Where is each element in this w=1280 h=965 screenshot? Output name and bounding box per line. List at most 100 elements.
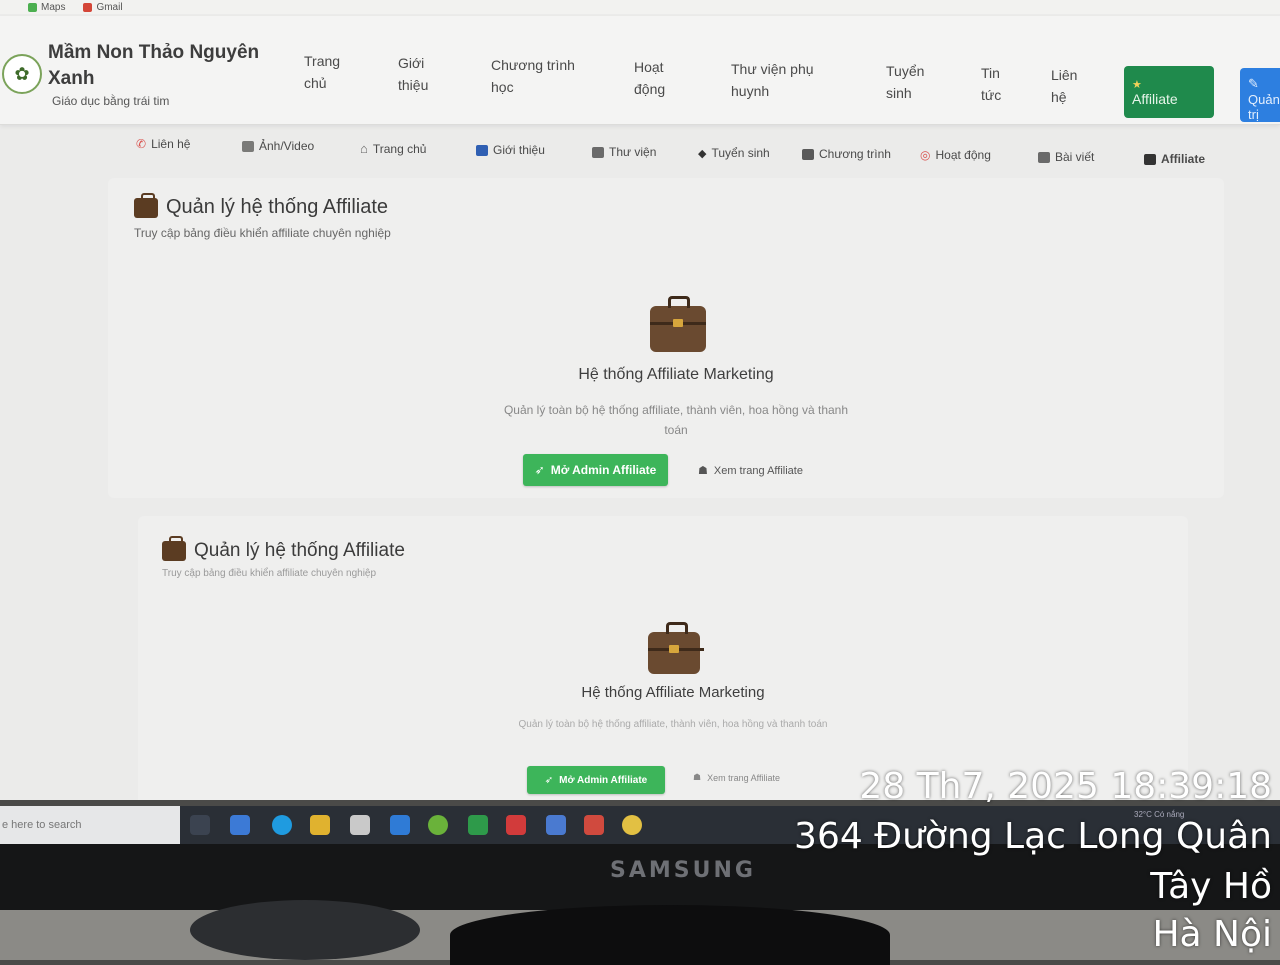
subnav-label: Thư viện: [609, 145, 657, 159]
subnav-bai-viet[interactable]: Bài viết: [1038, 150, 1094, 164]
maps-icon: [28, 2, 37, 12]
affiliate-card: Quản lý hệ thống Affiliate Truy cập bảng…: [108, 178, 1224, 498]
monitor-screen: Maps Gmail ✿ Mầm Non Thảo Nguyên Xanh Gi…: [0, 0, 1280, 800]
affiliate-card: Quản lý hệ thống Affiliate Truy cập bảng…: [138, 516, 1188, 800]
chrome-icon[interactable]: [622, 815, 642, 835]
taskbar-search-input[interactable]: e here to search: [0, 806, 180, 844]
bookmark-gmail[interactable]: Gmail: [83, 2, 123, 13]
subnav-tuyen-sinh[interactable]: ◆ Tuyển sinh: [698, 146, 770, 160]
subnav-hoat-dong[interactable]: ◎ Hoạt động: [920, 148, 991, 162]
notebook-icon: [802, 148, 814, 160]
info-icon: [476, 144, 488, 156]
subnav-thu-vien[interactable]: Thư viện: [592, 145, 656, 159]
document-icon: [1038, 151, 1050, 163]
button-label: Mở Admin Affiliate: [559, 774, 648, 786]
star-icon: ★: [1132, 78, 1142, 91]
site-header: ✿ Mầm Non Thảo Nguyên Xanh Giáo dục bằng…: [0, 16, 1280, 125]
nav-hoat-dong[interactable]: Hoạt động: [634, 56, 684, 100]
nav-admin-label: Quản trị: [1248, 92, 1280, 122]
stamp-district: Tây Hồ: [1150, 866, 1272, 907]
subnav-lien-he[interactable]: ✆ Liên hệ: [136, 137, 190, 151]
app-icon[interactable]: [428, 815, 448, 835]
nav-trang-chu[interactable]: Trang chủ: [304, 50, 354, 94]
graduation-cap-icon: ◆: [698, 147, 707, 160]
subnav-chuong-trinh[interactable]: Chương trình: [802, 147, 891, 161]
rocket-icon: ➶: [534, 463, 545, 477]
button-label: Mở Admin Affiliate: [550, 463, 657, 477]
card-title: Quản lý hệ thống Affiliate: [134, 192, 389, 219]
mail-icon[interactable]: [390, 815, 410, 835]
file-explorer-icon[interactable]: [310, 815, 330, 835]
subnav-affiliate[interactable]: Affiliate: [1144, 152, 1205, 166]
nav-tuyen-sinh[interactable]: Tuyển sinh: [886, 60, 936, 104]
briefcase-icon: [134, 192, 158, 218]
bookmark-maps[interactable]: Maps: [28, 2, 65, 13]
subnav-gioi-thieu[interactable]: Giới thiệu: [476, 143, 545, 157]
nav-affiliate-label: Affiliate: [1132, 90, 1178, 107]
stamp-city: Hà Nội: [1152, 914, 1272, 955]
users-icon: ☗: [693, 772, 702, 782]
store-icon[interactable]: [350, 815, 370, 835]
subnav-label: Tuyển sinh: [711, 146, 770, 160]
card-title-text: Quản lý hệ thống Affiliate: [166, 196, 389, 218]
nav-tin-tuc[interactable]: Tin tức: [981, 62, 1013, 106]
subnav-trang-chu[interactable]: ⌂ Trang chủ: [360, 141, 426, 156]
subnav-label: Affiliate: [1161, 152, 1206, 166]
brand-title[interactable]: Mầm Non Thảo Nguyên Xanh: [48, 40, 278, 92]
subnav-label: Chương trình: [819, 147, 891, 161]
stamp-datetime: 28 Th7, 2025 18:39:18: [859, 766, 1272, 807]
subnav-label: Bài viết: [1055, 150, 1095, 164]
nav-lien-he[interactable]: Liên hệ: [1051, 64, 1083, 108]
card-subtitle: Truy cập bảng điều khiển affiliate chuyê…: [134, 226, 391, 240]
users-icon: ☗: [698, 465, 708, 477]
hero-title: Hệ thống Affiliate Marketing: [581, 684, 765, 701]
nav-admin-button[interactable]: ✎ Quản trị: [1240, 68, 1280, 122]
task-view-icon[interactable]: [190, 815, 210, 835]
subnav-label: Giới thiệu: [493, 143, 545, 157]
briefcase-icon: [162, 536, 186, 561]
hero-title: Hệ thống Affiliate Marketing: [578, 366, 774, 383]
briefcase-icon: [1144, 153, 1156, 165]
image-icon: [242, 140, 254, 152]
card-title-text: Quản lý hệ thống Affiliate: [194, 540, 405, 561]
phone-icon: ✆: [136, 137, 147, 151]
subnav-label: Trang chủ: [372, 141, 427, 156]
bookmarks-bar: Maps Gmail: [0, 0, 1280, 14]
monitor-stand: [450, 905, 890, 965]
home-icon: ⌂: [360, 141, 368, 156]
briefcase-icon: [650, 296, 706, 352]
subnav-label: Ảnh/Video: [259, 139, 315, 153]
open-admin-affiliate-button[interactable]: ➶ Mở Admin Affiliate: [527, 766, 665, 794]
card-subtitle: Truy cập bảng điều khiển affiliate chuyê…: [162, 568, 377, 579]
rocket-icon: ➶: [544, 774, 554, 786]
hero-description: Quản lý toàn bộ hệ thống affiliate, thàn…: [503, 403, 849, 437]
copilot-icon[interactable]: [230, 815, 250, 835]
network-icon[interactable]: [546, 815, 566, 835]
subnav-anh-video[interactable]: Ảnh/Video: [242, 139, 314, 153]
pencil-icon: ✎: [1248, 76, 1259, 91]
briefcase-icon: [648, 622, 704, 674]
video-icon[interactable]: [506, 815, 526, 835]
edge-icon[interactable]: [272, 815, 292, 835]
link-label: Xem trang Affiliate: [713, 464, 803, 477]
view-affiliate-link[interactable]: ☗ Xem trang Affiliate: [693, 772, 780, 783]
stamp-address: 364 Đường Lạc Long Quân: [794, 816, 1272, 857]
nav-gioi-thieu[interactable]: Giới thiệu: [398, 52, 448, 96]
target-icon: ◎: [920, 148, 931, 162]
app2-icon[interactable]: [584, 815, 604, 835]
nav-chuong-trinh-hoc[interactable]: Chương trình học: [491, 54, 591, 98]
excel-icon[interactable]: [468, 815, 488, 835]
monitor-brand: SAMSUNG: [610, 858, 756, 883]
card-title: Quản lý hệ thống Affiliate: [162, 536, 405, 562]
subnav-label: Liên hệ: [151, 137, 191, 151]
nav-thu-vien-phu-huynh[interactable]: Thư viện phụ huynh: [731, 58, 831, 102]
gmail-icon: [83, 2, 93, 12]
subnav-label: Hoạt động: [935, 148, 991, 162]
school-logo-icon[interactable]: ✿: [2, 54, 42, 94]
hero-description: Quản lý toàn bộ hệ thống affiliate, thàn…: [518, 719, 828, 730]
open-admin-affiliate-button[interactable]: ➶ Mở Admin Affiliate: [523, 454, 668, 486]
desk-object: [190, 900, 420, 960]
book-icon: [592, 146, 604, 158]
nav-affiliate-button[interactable]: ★ Affiliate: [1124, 66, 1214, 118]
view-affiliate-link[interactable]: ☗ Xem trang Affiliate: [698, 464, 803, 478]
